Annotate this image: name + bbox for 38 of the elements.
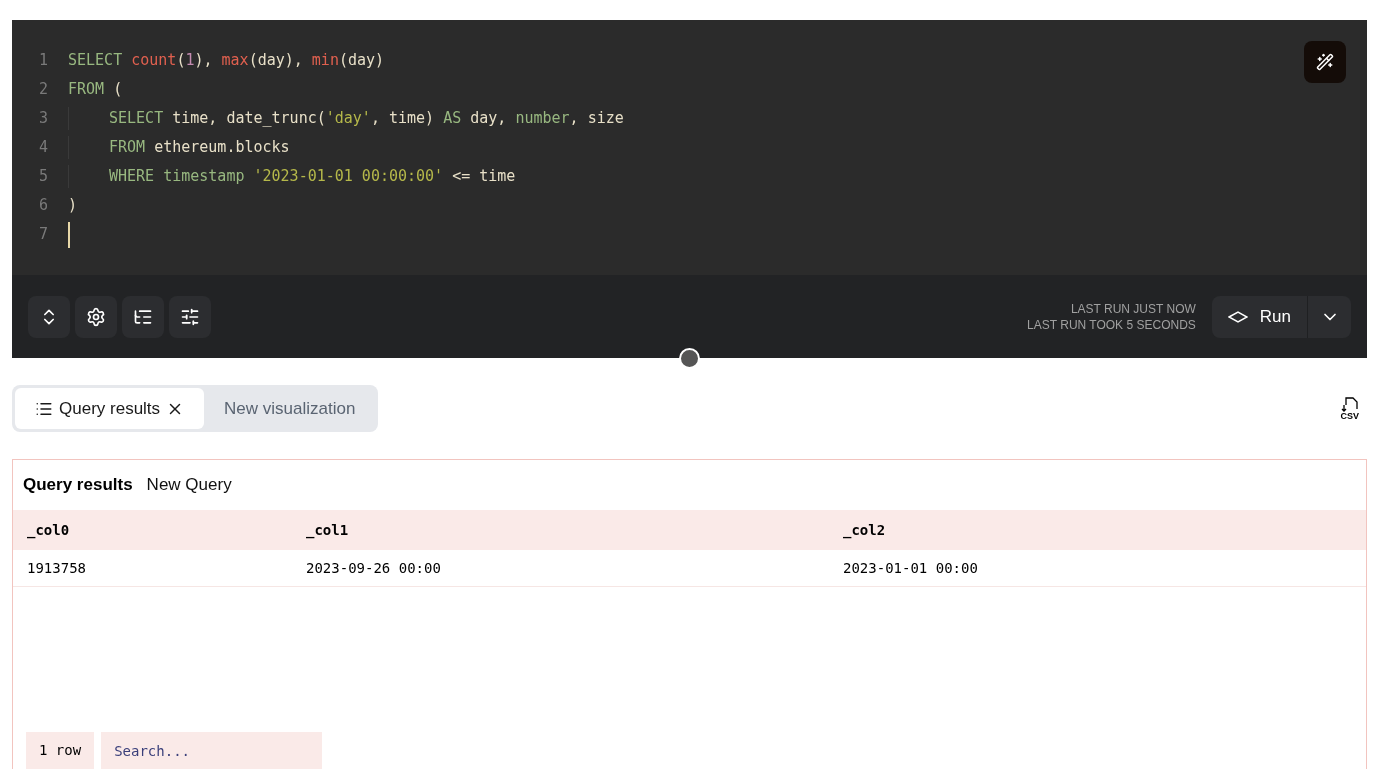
results-title: Query results [23,474,133,497]
collapse-button[interactable] [28,295,70,338]
line-number: 7 [37,224,49,246]
result-tab[interactable]: New visualization [204,388,376,429]
table-cell-text: 1913758 [27,558,87,578]
line-number: 5 [37,166,49,188]
settings-icon [86,306,106,327]
column-header: _col1 [306,520,350,541]
sliders-icon [180,306,200,327]
table-cell-text: 2023-09-26 00:00 [306,558,442,578]
code-line: SELECT count(1), max(day), min(day) [68,50,385,72]
code-line: SELECT time, date_trunc('day', time) AS day, number, size [68,107,624,130]
options-button[interactable] [169,295,211,338]
magic-wand-icon [1316,53,1334,71]
row-count: 1 row [26,732,95,769]
result-tab[interactable]: Query results [15,388,205,429]
settings-button[interactable] [75,295,117,338]
line-number: 1 [37,50,49,72]
query-name: New Query [146,474,232,497]
code-line: FROM ethereum.blocks [68,136,290,159]
line-number: 6 [37,195,49,217]
run-duration-text: LAST RUN TOOK 5 SECONDS [1027,316,1196,333]
line-number: 2 [37,79,49,101]
code-editor[interactable]: 1 SELECT count(1), max(day), min(day) 2 FROM ( 3 SELECT time, date_trunc('day', time) AS day, number, size 4 FROM ethereum.blocks 5 WHERE timestamp '2023-01-01 00:00:00' <= time 6 ) 7 [12,20,1367,275]
csv-download-button[interactable]: CSV [1340,396,1359,421]
line-number: 4 [37,137,49,159]
code-line: WHERE timestamp '2023-01-01 00:00:00' <= time [68,165,516,188]
column-header: _col0 [27,520,71,541]
table-cell-text: 2023-01-01 00:00 [843,558,979,578]
indent-button[interactable] [122,295,164,338]
magic-wand-button[interactable] [1304,41,1346,83]
diamond-icon [1227,310,1248,323]
code-line: FROM ( [68,79,123,101]
line-number: 3 [37,108,49,130]
code-line: ) [68,195,78,217]
last-run-text: LAST RUN JUST NOW [1070,300,1196,317]
column-header: _col2 [843,520,887,541]
search-field[interactable]: Search... [101,732,323,769]
